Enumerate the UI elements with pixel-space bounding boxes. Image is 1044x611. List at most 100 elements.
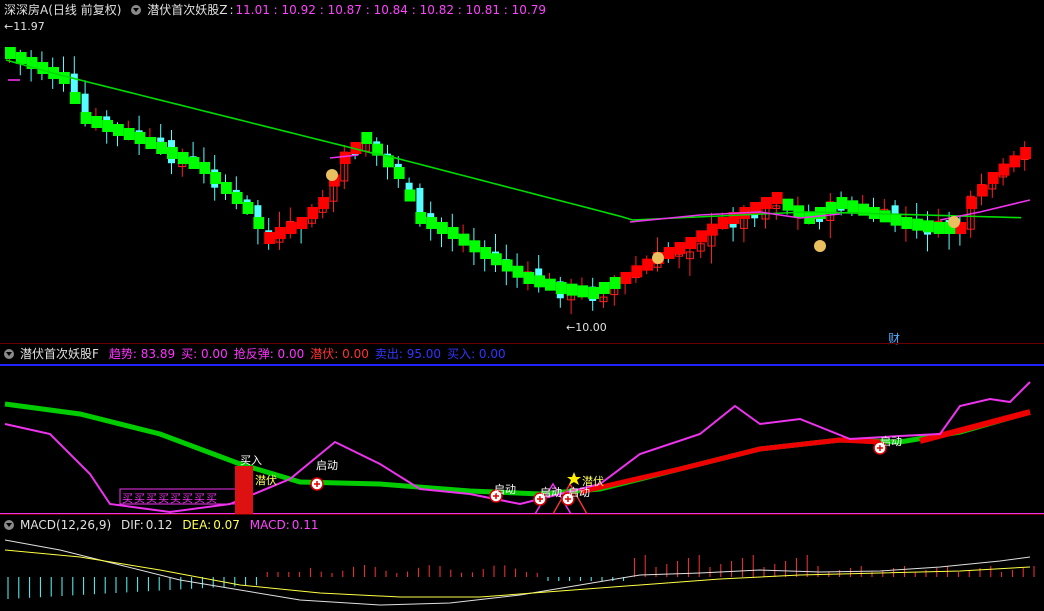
signal-band-segment [631, 265, 643, 278]
macd-value: 0.11 [291, 518, 319, 532]
signal-band-segment [404, 189, 416, 202]
signal-band-segment [663, 247, 675, 259]
signal-band-segment [69, 92, 81, 104]
signal-band-segment [134, 132, 146, 144]
indicator-f-chart[interactable] [0, 344, 1044, 514]
signal-label-latent: 潜伏 [582, 475, 604, 488]
high-price-marker: ←11.97 [4, 20, 45, 33]
macd-menu-icon[interactable] [4, 520, 14, 530]
stock-name[interactable]: 深深房A [4, 3, 48, 17]
signal-label-start: 启动 [316, 459, 338, 472]
period-label: (日线 前复权) [48, 3, 122, 17]
signal-band-segment [588, 287, 599, 299]
money-bag-icon [652, 252, 664, 264]
signal-band-segment [674, 242, 686, 254]
signal-band-segment [761, 197, 772, 209]
indicator-f-field-1: 买: 0.00 [181, 347, 228, 361]
indicator-f-field-5: 买入: 0.00 [447, 347, 506, 361]
signal-band-segment [318, 197, 329, 209]
signal-band-segment [307, 207, 319, 219]
signal-band-segment [59, 72, 70, 84]
signal-band-segment [221, 182, 232, 194]
signal-band-segment [912, 218, 923, 231]
macd-label: MACD: [249, 518, 290, 532]
signal-band-segment [523, 272, 535, 284]
indicator-f-panel[interactable]: 潜伏首次妖股F 趋势: 83.89 买: 0.00 抢反弹: 0.00 潜伏: 0.00… [0, 344, 1044, 514]
signal-band-segment [685, 237, 697, 249]
low-price-marker: ←10.00 [566, 321, 607, 334]
signal-band-segment [545, 278, 556, 291]
indicator-f-name[interactable]: 潜伏首次妖股F [20, 347, 99, 361]
dea-value: 0.07 [213, 518, 240, 532]
signal-band-segment [836, 197, 848, 209]
signal-band-segment [501, 259, 513, 272]
macd-name[interactable]: MACD(12,26,9) [20, 518, 111, 532]
signal-band-segment [620, 272, 632, 284]
indicator-f-header: 潜伏首次妖股F 趋势: 83.89 买: 0.00 抢反弹: 0.00 潜伏: 0.00… [4, 346, 514, 362]
signal-band-segment [437, 222, 448, 234]
signal-band-segment [933, 222, 945, 234]
candle-body [70, 73, 78, 94]
signal-band-segment [199, 162, 211, 174]
signal-band-segment [231, 192, 243, 204]
signal-band-segment [717, 217, 729, 229]
signal-band-segment [123, 128, 135, 140]
buy-row-label: 买买买买买买买买 [122, 492, 218, 505]
signal-band-segment [782, 198, 794, 211]
dea-label: DEA: [182, 518, 212, 532]
indicator-f-fields: 趋势: 83.89 买: 0.00 抢反弹: 0.00 潜伏: 0.00 卖出: 95.… [105, 347, 508, 361]
signal-band-segment [469, 240, 481, 253]
signal-band-segment [426, 217, 437, 229]
signal-band-segment [156, 142, 167, 154]
main-chart-panel[interactable]: 深深房A(日线 前复权) 潜伏首次妖股Z:11.01 : 10.92 : 10.… [0, 0, 1044, 346]
dif-value: 0.12 [145, 518, 173, 532]
indicator-f-menu-icon[interactable] [4, 349, 14, 359]
signal-band-segment [253, 217, 265, 229]
signal-band-segment [275, 227, 286, 239]
signal-band-segment [534, 275, 545, 288]
signal-band-segment [361, 132, 373, 144]
candle-body [416, 187, 424, 215]
money-bag-icon [326, 169, 338, 181]
signal-band-segment [242, 202, 254, 214]
signal-band-segment [5, 47, 16, 59]
signal-band-segment [102, 120, 113, 132]
signal-band-segment [771, 192, 783, 204]
signal-band-segment [145, 137, 157, 149]
signal-band-segment [339, 152, 351, 164]
indicator-menu-icon[interactable] [131, 5, 142, 15]
signal-band-segment [987, 172, 999, 184]
signal-band-segment [458, 233, 470, 246]
main-header: 深深房A(日线 前复权) 潜伏首次妖股Z:11.01 : 10.92 : 10.… [4, 3, 547, 17]
signal-band-segment [210, 172, 221, 184]
signal-band-segment [998, 163, 1010, 176]
signal-band-segment [113, 124, 124, 136]
signal-band-segment [80, 112, 92, 124]
buy-signal-bar [235, 466, 253, 514]
signal-band-segment [393, 167, 405, 179]
candlestick-chart[interactable] [0, 0, 1044, 343]
signal-label-buy: 买入 [240, 454, 262, 467]
indicator-name-z[interactable]: 潜伏首次妖股Z [147, 3, 227, 17]
signal-band-segment [167, 147, 178, 159]
signal-band-segment [879, 210, 891, 223]
signal-band-segment [177, 152, 189, 164]
signal-band-segment [555, 282, 567, 294]
macd-panel[interactable]: MACD(12,26,9) DIF: 0.12 DEA: 0.07 MACD: 0.1… [0, 515, 1044, 611]
indicator-f-field-4: 卖出: 95.00 [374, 347, 442, 361]
signal-band-segment [890, 213, 902, 226]
signal-band-segment [447, 227, 459, 239]
signal-band-segment [296, 217, 308, 229]
candle-body [157, 137, 165, 142]
signal-label-start: 启动 [880, 435, 902, 448]
indicator-f-field-0: 趋势: 83.89 [108, 347, 176, 361]
signal-band-segment [609, 277, 621, 289]
signal-band-segment [966, 197, 977, 209]
dif-line [4, 539, 1031, 606]
signal-label-start: 启动 [494, 483, 516, 496]
signal-band-segment [91, 116, 103, 128]
indicator-f-field-2: 抢反弹: 0.00 [233, 347, 305, 361]
signal-band-segment [415, 212, 427, 224]
signal-band-segment [923, 220, 934, 233]
signal-band-segment [37, 62, 49, 74]
